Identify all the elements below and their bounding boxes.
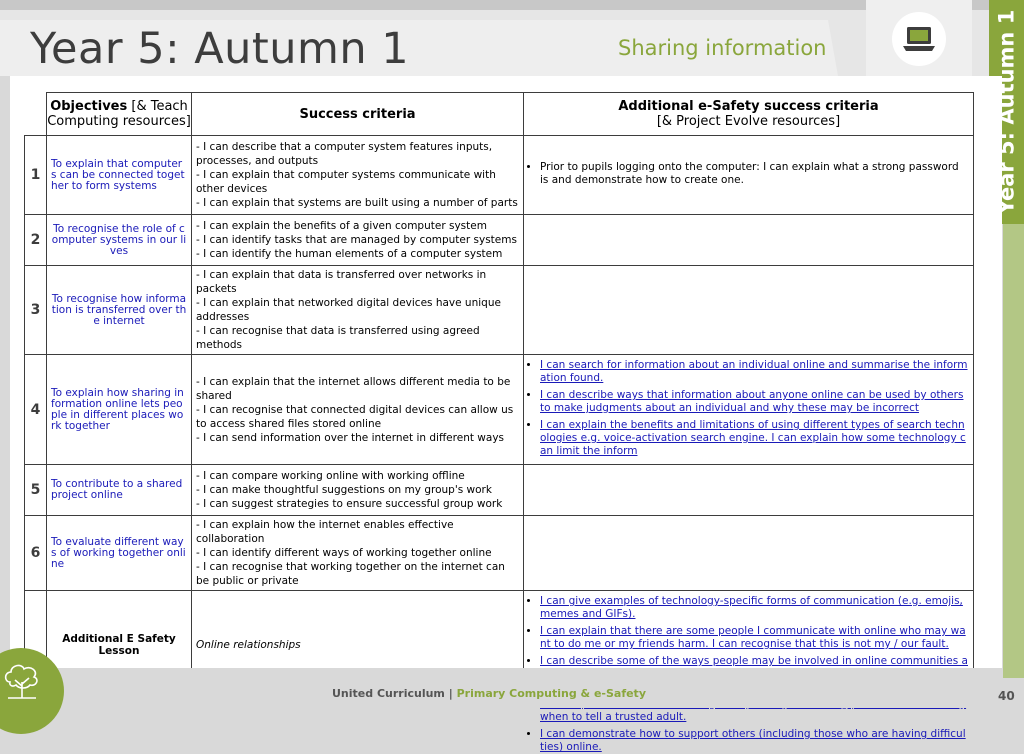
blank-header-cell <box>24 92 47 136</box>
success-criteria: - I can explain the benefits of a given … <box>191 214 524 266</box>
table-row: 2 To recognise the role of computer syst… <box>24 214 974 266</box>
footer-text: United Curriculum | Primary Computing & … <box>332 687 646 700</box>
success-criteria: - I can explain that data is transferred… <box>191 265 524 355</box>
esafety-item: Prior to pupils logging onto the compute… <box>540 161 969 187</box>
objective-link[interactable]: To explain how sharing information onlin… <box>46 354 192 465</box>
objective-link[interactable]: To explain that computers can be connect… <box>46 135 192 215</box>
side-strip <box>1003 224 1024 678</box>
objective-link[interactable]: To recognise the role of computer system… <box>46 214 192 266</box>
esafety-item[interactable]: I can search for information about an in… <box>540 359 969 385</box>
esafety-criteria-empty <box>523 464 974 516</box>
page-subtitle: Sharing information <box>618 36 827 60</box>
table-row: 1 To explain that computers can be conne… <box>24 135 974 215</box>
esafety-header: Additional e-Safety success criteria [& … <box>523 92 974 136</box>
curriculum-table: Objectives [& Teach Computing resources]… <box>24 92 974 753</box>
success-criteria: - I can explain that the internet allows… <box>191 354 524 465</box>
esafety-criteria-empty <box>523 515 974 591</box>
lesson-number: 5 <box>24 464 47 516</box>
lesson-number: 2 <box>24 214 47 266</box>
lesson-number: 1 <box>24 135 47 215</box>
objectives-header: Objectives [& Teach Computing resources] <box>46 92 192 136</box>
laptop-icon <box>892 12 946 66</box>
lesson-number: 3 <box>24 265 47 355</box>
esafety-item[interactable]: I can describe ways that information abo… <box>540 389 969 415</box>
table-row: 4 To explain how sharing information onl… <box>24 354 974 465</box>
table-header-row: Objectives [& Teach Computing resources]… <box>24 92 974 136</box>
esafety-criteria-empty <box>523 214 974 266</box>
esafety-criteria: I can search for information about an in… <box>523 354 974 465</box>
table-row: 6 To evaluate different ways of working … <box>24 515 974 591</box>
page-title: Year 5: Autumn 1 <box>30 24 410 74</box>
esafety-item[interactable]: I can demonstrate how to support others … <box>540 728 969 754</box>
top-bar <box>0 0 990 10</box>
esafety-item[interactable]: I can give examples of technology-specif… <box>540 595 969 621</box>
success-criteria: - I can compare working online with work… <box>191 464 524 516</box>
page-number: 40 <box>998 689 1015 703</box>
lesson-number: 6 <box>24 515 47 591</box>
objective-link[interactable]: To recognise how information is transfer… <box>46 265 192 355</box>
esafety-criteria-empty <box>523 265 974 355</box>
objective-link[interactable]: To contribute to a shared project online <box>46 464 192 516</box>
success-criteria: - I can describe that a computer system … <box>191 135 524 215</box>
table-row: 5 To contribute to a shared project onli… <box>24 464 974 516</box>
success-header: Success criteria <box>191 92 524 136</box>
lesson-number: 4 <box>24 354 47 465</box>
esafety-criteria: Prior to pupils logging onto the compute… <box>523 135 974 215</box>
objective-link[interactable]: To evaluate different ways of working to… <box>46 515 192 591</box>
table-row: 3 To recognise how information is transf… <box>24 265 974 355</box>
esafety-item[interactable]: I can explain the benefits and limitatio… <box>540 419 969 458</box>
success-criteria: - I can explain how the internet enables… <box>191 515 524 591</box>
esafety-item[interactable]: I can explain that there are some people… <box>540 625 969 651</box>
